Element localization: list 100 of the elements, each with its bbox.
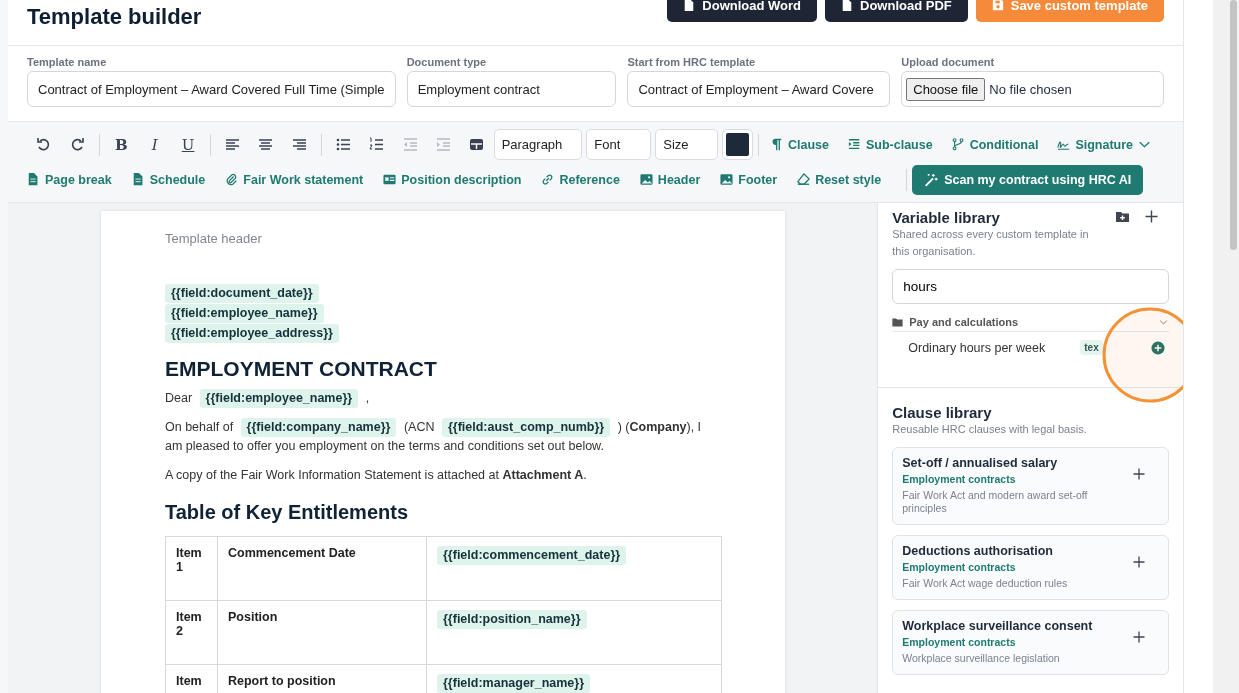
paragraph-text: On behalf of {{field:company_name}} (ACN {{field:aust_comp_numb}} ) (Company), I am pleased to offer you employment on the terms and conditions set out below. — [165, 418, 703, 455]
clause-title: Deductions authorisation — [902, 544, 1054, 558]
add-folder-icon[interactable] — [1115, 209, 1130, 224]
field-token: {{field:position_name}} — [437, 610, 587, 629]
text-field[interactable]: Contract of Employment – Award Covere — [627, 71, 891, 107]
image-icon — [720, 173, 734, 186]
clause-card[interactable]: Set-off / annualised salary Employment contracts Fair Work Act and modern award set-off principles — [892, 447, 1169, 525]
branch-icon — [951, 138, 965, 151]
insert-button[interactable]: Header — [639, 165, 701, 194]
document-icon — [683, 0, 696, 12]
folder-icon — [892, 316, 904, 328]
table-cell: Position — [228, 610, 278, 624]
file-status-text: No file chosen — [989, 81, 1072, 97]
document-icon — [27, 173, 40, 186]
insert-button[interactable]: Page break — [27, 165, 112, 194]
document-title: EMPLOYMENT CONTRACT — [165, 357, 438, 381]
insert-button[interactable]: Fair Work statement — [225, 165, 364, 194]
type-tag: tex — [1080, 340, 1103, 355]
table-cell: Item 2 — [176, 610, 202, 638]
clause-category: Employment contracts — [902, 473, 1017, 485]
file-upload-field[interactable]: Choose file No file chosen — [901, 71, 1164, 107]
table-cell: Commencement Date — [228, 546, 356, 560]
align-center-icon — [258, 137, 274, 152]
clause-title: Workplace surveillance consent — [902, 619, 1094, 633]
paragraph-text: A copy of the Fair Work Information Statement is attached at Attachment A. — [165, 467, 588, 484]
field-token: {{field:employee_address}} — [165, 324, 339, 343]
redo-icon — [69, 137, 85, 152]
undo-icon — [36, 137, 52, 152]
clause-card[interactable]: Deductions authorisation Employment contracts Fair Work Act wage deduction rules — [892, 535, 1169, 600]
clause-basis: Workplace surveillance legislation — [902, 652, 1061, 665]
add-icon[interactable] — [1151, 340, 1165, 355]
field-token: {{field:employee_name}} — [165, 304, 324, 323]
dropdown[interactable]: Font — [586, 129, 652, 160]
insert-button[interactable]: Schedule — [131, 165, 206, 194]
section-subtitle: Reusable HRC clauses with legal basis. — [892, 422, 1088, 437]
section-subtitle: Shared across every custom template in this organisation. — [892, 227, 1090, 259]
category-name: Pay and calculations — [909, 316, 1020, 328]
link-icon — [541, 173, 555, 186]
bold-button[interactable]: B — [104, 129, 139, 160]
eraser-icon — [797, 173, 811, 186]
text-field[interactable]: Contract of Employment – Award Covered Full Time (Simple — [27, 71, 396, 107]
dropdown[interactable]: Paragraph — [493, 129, 583, 160]
insert-button[interactable]: Reference — [541, 165, 620, 194]
magic-wand-icon — [924, 172, 939, 187]
insert-button[interactable]: Sub-clause — [847, 130, 933, 159]
text-field[interactable]: Employment contract — [406, 71, 617, 107]
paragraph-text: Dear {{field:employee_name}} , — [165, 389, 721, 408]
underline-button[interactable]: U — [171, 129, 205, 160]
field-label: Template name — [27, 56, 108, 68]
scrollbar-thumb[interactable] — [1230, 0, 1237, 250]
numbered-list-icon — [369, 137, 385, 152]
field-label: Upload document — [901, 56, 996, 68]
insert-button[interactable]: Clause — [769, 130, 829, 159]
field-label: Start from HRC template — [627, 56, 757, 68]
image-icon — [639, 173, 653, 186]
download-button[interactable]: Download PDF — [825, 0, 968, 22]
field-token: {{field:commencement_date}} — [437, 546, 627, 565]
plus-icon[interactable] — [1133, 631, 1145, 643]
clause-basis: Fair Work Act wage deduction rules — [902, 577, 1069, 590]
insert-button[interactable]: Signature — [1057, 130, 1152, 159]
insert-button[interactable]: Conditional — [951, 130, 1039, 159]
align-right-icon — [291, 137, 307, 152]
plus-icon[interactable] — [1133, 468, 1145, 480]
plus-icon[interactable] — [1133, 556, 1145, 568]
field-token: {{field:document_date}} — [165, 284, 319, 303]
clause-category: Employment contracts — [902, 561, 1017, 573]
scan-button[interactable]: Scan my contract using HRC AI — [912, 164, 1144, 195]
color-picker[interactable] — [722, 129, 753, 160]
insert-button[interactable]: Footer — [720, 165, 778, 194]
plus-icon[interactable] — [1144, 209, 1159, 224]
clause-category: Employment contracts — [902, 636, 1017, 648]
field-label: Document type — [406, 56, 488, 68]
insert-button[interactable]: Reset style — [797, 165, 882, 194]
choose-file-button[interactable]: Choose file — [906, 77, 986, 101]
signature-icon — [1057, 138, 1071, 151]
insert-button[interactable]: Position description — [383, 165, 522, 194]
dropdown[interactable]: Size — [655, 129, 719, 160]
section-title: Variable library — [892, 209, 1001, 226]
search-field[interactable]: hours — [892, 269, 1169, 304]
outdent-icon — [402, 137, 418, 152]
paperclip-icon — [225, 173, 239, 186]
italic-button[interactable]: I — [138, 129, 172, 160]
table-icon — [469, 137, 485, 152]
field-token: {{field:manager_name}} — [437, 674, 591, 693]
clause-card[interactable]: Workplace surveillance consent Employment contracts Workplace surveillance legislation — [892, 610, 1169, 675]
indent-icon — [847, 138, 861, 151]
download-button[interactable]: Download Word — [667, 0, 817, 22]
table-cell: Report to position — [228, 674, 336, 688]
table-cell: Item 1 — [176, 546, 202, 574]
indent-icon — [436, 137, 452, 152]
document-icon — [841, 0, 853, 12]
clause-basis: Fair Work Act and modern award set-off principles — [902, 489, 1089, 515]
variable-name: Ordinary hours per week — [908, 340, 1047, 355]
align-left-icon — [224, 137, 240, 152]
page-title: Template builder — [27, 5, 202, 31]
table-cell: Item — [176, 674, 202, 688]
header-field[interactable]: Template header — [165, 231, 721, 246]
section-title: Clause library — [892, 404, 993, 421]
scrollbar[interactable] — [1213, 0, 1239, 693]
clause-title: Set-off / annualised salary — [902, 456, 1059, 470]
